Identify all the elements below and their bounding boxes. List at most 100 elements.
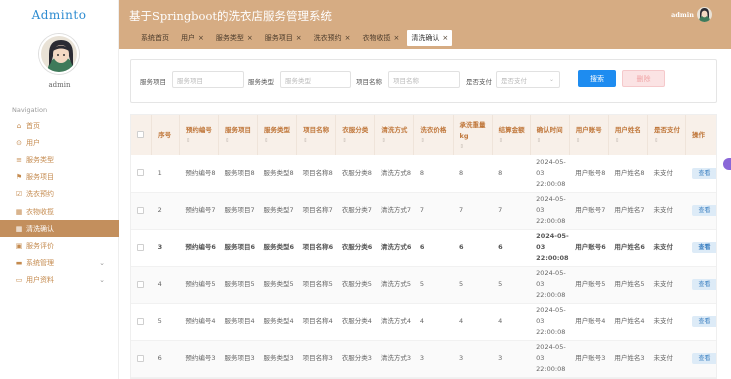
sidebar-item-label: 用户资料	[26, 276, 54, 285]
table-cell: 用户姓名6	[608, 229, 648, 267]
column-header[interactable]: 是否支付 ⇕	[647, 115, 687, 155]
column-header[interactable]: 清洗方式 ⇕	[374, 115, 415, 155]
sort-icon[interactable]: ⇕	[264, 138, 296, 145]
sidebar-item-6[interactable]: ▦ 清洗确认	[0, 220, 119, 238]
table-cell: 6	[151, 340, 180, 378]
paid-select[interactable]: 是否支付 ⌄	[496, 71, 560, 88]
tab-6[interactable]: 清洗确认 ×	[407, 30, 453, 46]
sort-icon[interactable]: ⇕	[186, 138, 218, 145]
row-checkbox[interactable]	[137, 169, 144, 177]
table-cell: 5	[151, 303, 180, 341]
table-cell: 服务类型6	[257, 229, 297, 267]
table-cell: 服务类型3	[257, 340, 297, 378]
sort-icon[interactable]: ⇕	[615, 138, 647, 145]
table-cell: 用户姓名7	[608, 192, 648, 230]
row-checkbox[interactable]	[137, 206, 144, 214]
column-header[interactable]: 洗衣价格 ⇕	[413, 115, 454, 155]
row-checkbox[interactable]	[137, 280, 144, 288]
actions-cell: 查看	[685, 340, 716, 378]
close-icon[interactable]: ×	[394, 34, 400, 42]
sidebar-item-9[interactable]: ▭ 用户资料 ⌄	[0, 272, 119, 289]
close-icon[interactable]: ×	[345, 34, 351, 42]
row-checkbox[interactable]	[137, 317, 144, 325]
sidebar-item-8[interactable]: ▬ 系统管理 ⌄	[0, 255, 119, 272]
view-button[interactable]: 查看	[691, 167, 716, 179]
sort-icon[interactable]: ⇕	[303, 138, 335, 145]
select-all-checkbox[interactable]	[137, 131, 144, 138]
sort-icon[interactable]: ⇕	[381, 138, 413, 145]
column-header[interactable]: 承洗重量kg ⇕	[453, 115, 493, 155]
view-button[interactable]: 查看	[691, 279, 716, 290]
project-name-input[interactable]: 项目名称	[388, 71, 460, 88]
table-row[interactable]: 1 预约编号8 服务项目8 服务类型8 项目名称8 衣服分类8 清洗方式8 8 8 8 2024-0…	[131, 155, 716, 193]
sort-icon[interactable]: ⇕	[225, 138, 257, 145]
delete-button[interactable]: 删除	[622, 70, 665, 87]
table-row[interactable]: 6 预约编号3 服务项目3 服务类型3 项目名称3 衣服分类3 清洗方式3 3 3 3 2024-0…	[131, 340, 716, 378]
admin-label[interactable]: admin	[671, 11, 694, 19]
tab-4[interactable]: 洗衣预约 ×	[310, 30, 355, 46]
table-row[interactable]: 4 预约编号5 服务项目5 服务类型5 项目名称5 衣服分类5 清洗方式5 5 5 5 2024-0…	[131, 266, 716, 304]
column-header[interactable]: 服务项目 ⇕	[218, 115, 259, 155]
sort-icon[interactable]: ⇕	[537, 138, 569, 145]
column-header[interactable]: 项目名称 ⇕	[296, 115, 337, 155]
sidebar-item-5[interactable]: ▦ 衣物收揽	[0, 203, 119, 220]
sidebar-item-7[interactable]: ▣ 服务评价	[0, 237, 119, 254]
column-header[interactable]: 衣服分类 ⇕	[335, 115, 376, 155]
sort-icon[interactable]: ⇕	[342, 138, 374, 145]
sidebar-item-1[interactable]: ⊙ 用户	[0, 134, 119, 151]
table-cell: 2024-05-03 22:00:08	[530, 266, 570, 304]
column-header[interactable]: 结算金额 ⇕	[492, 115, 531, 155]
sort-icon[interactable]: ⇕	[460, 144, 492, 151]
sidebar-item-4[interactable]: ☑ 洗衣预约	[0, 186, 119, 203]
column-header[interactable]: 用户账号 ⇕	[569, 115, 609, 155]
sort-icon[interactable]: ⇕	[654, 138, 685, 145]
brand-logo[interactable]: Adminto	[0, 0, 118, 30]
column-header[interactable]: 用户姓名 ⇕	[608, 115, 648, 155]
sort-icon[interactable]: ⇕	[576, 138, 608, 145]
table-cell: 项目名称5	[296, 266, 336, 304]
tab-1[interactable]: 用户 ×	[177, 30, 208, 46]
service-type-input[interactable]: 服务类型	[280, 71, 351, 88]
column-header[interactable]: 确认时间 ⇕	[530, 115, 570, 155]
sort-icon[interactable]: ⇕	[499, 138, 530, 145]
sidebar-nav: ⌂ 首页 ⊙ 用户 ≡ 服务类型 ⚑ 服务项目 ☑ 洗衣预约 ▦ 衣物收揽 ▦ 清洗确认 ▣ 服务评价 ▬ 系统管…	[0, 117, 119, 289]
row-checkbox[interactable]	[137, 243, 144, 251]
column-header[interactable]: 服务类型 ⇕	[257, 115, 298, 155]
row-checkbox[interactable]	[137, 354, 144, 362]
table-row[interactable]: 2 预约编号7 服务项目7 服务类型7 项目名称7 衣服分类7 清洗方式7 7 7 7 2024-0…	[131, 192, 716, 230]
view-button[interactable]: 查看	[691, 316, 716, 327]
tab-2[interactable]: 服务类型 ×	[212, 30, 257, 46]
tab-5[interactable]: 衣物收揽 ×	[359, 30, 404, 46]
table-row[interactable]: 3 预约编号6 服务项目6 服务类型6 项目名称6 衣服分类6 清洗方式6 6 6 6 2024-0…	[131, 229, 716, 267]
column-header[interactable]: 预约编号 ⇕	[179, 115, 219, 155]
search-button[interactable]: 搜索	[578, 70, 616, 87]
close-icon[interactable]: ×	[442, 34, 448, 42]
actions-cell: 查看	[685, 303, 716, 341]
tab-bar: 系统首页 用户 × 服务类型 × 服务项目 × 洗衣预约 × 衣物收揽 × 清洗确认 ×	[137, 30, 456, 46]
close-icon[interactable]: ×	[247, 34, 253, 42]
header-avatar[interactable]	[697, 7, 712, 22]
grid-icon: ▦	[15, 224, 23, 233]
flag-icon: ⚑	[15, 173, 23, 182]
floating-helper-badge[interactable]	[723, 158, 731, 170]
service-item-input[interactable]: 服务项目	[172, 71, 244, 88]
tab-label: 洗衣预约	[313, 34, 342, 42]
view-button[interactable]: 查看	[691, 353, 716, 364]
sidebar-item-2[interactable]: ≡ 服务类型	[0, 151, 119, 168]
tab-3[interactable]: 服务项目 ×	[261, 30, 306, 46]
service-type-label: 服务类型	[248, 78, 274, 86]
sidebar-item-3[interactable]: ⚑ 服务项目	[0, 169, 119, 186]
view-button[interactable]: 查看	[691, 205, 716, 216]
close-icon[interactable]: ×	[198, 34, 204, 42]
column-header-label: 确认时间	[536, 126, 563, 134]
avatar[interactable]	[39, 34, 79, 74]
sidebar-item-label: 清洗确认	[26, 224, 54, 233]
sidebar-item-0[interactable]: ⌂ 首页	[0, 117, 119, 134]
table-cell: 7	[453, 192, 493, 230]
chevron-down-icon: ⌄	[99, 275, 105, 284]
table-row[interactable]: 5 预约编号4 服务项目4 服务类型4 项目名称4 衣服分类4 清洗方式4 4 4 4 2024-0…	[131, 303, 716, 341]
view-button[interactable]: 查看	[691, 242, 716, 253]
sort-icon[interactable]: ⇕	[420, 138, 452, 145]
tab-0[interactable]: 系统首页	[137, 30, 173, 46]
close-icon[interactable]: ×	[296, 34, 302, 42]
